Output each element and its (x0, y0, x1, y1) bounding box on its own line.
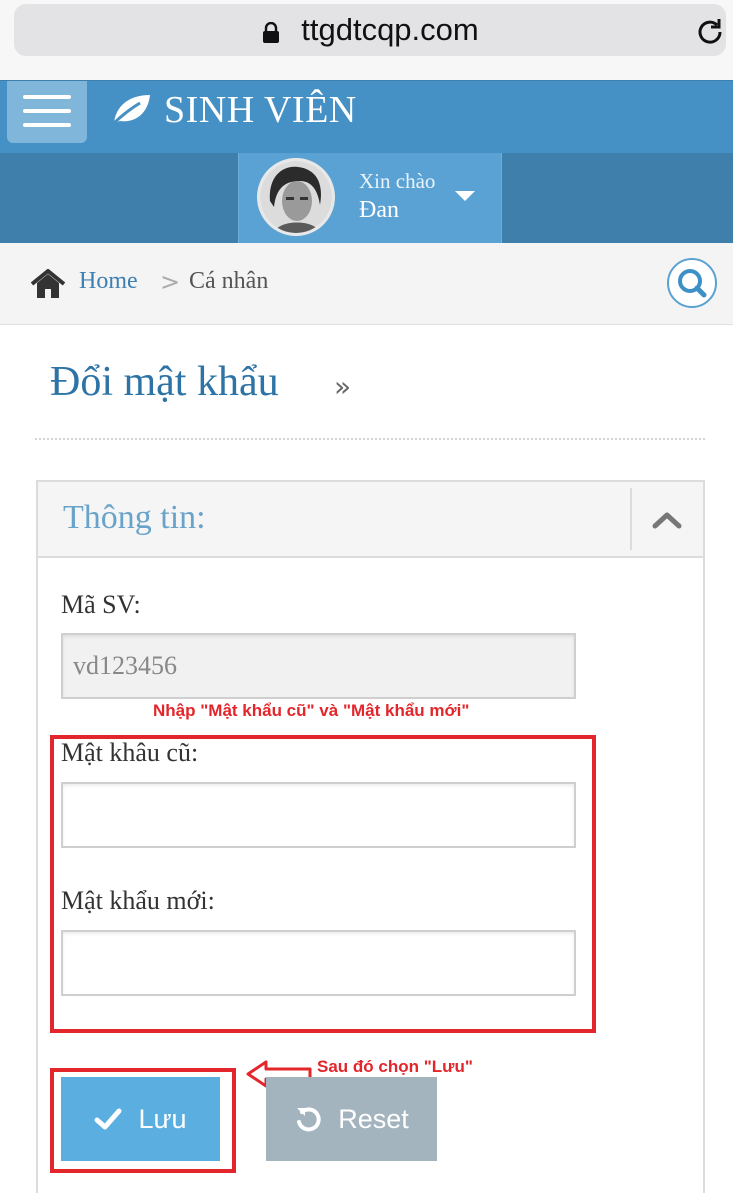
user-name: Đan (359, 197, 399, 223)
panel-title: Thông tin: (63, 499, 206, 536)
title-chevron-icon: » (334, 370, 352, 403)
user-strip: Xin chào Đan (0, 153, 733, 243)
collapse-button[interactable] (638, 494, 696, 546)
greeting-text: Xin chào (359, 169, 436, 193)
reset-button-label: Reset (338, 1103, 409, 1134)
annotation-enter-passwords: Nhập "Mật khẩu cũ" và "Mật khẩu mới" (153, 701, 470, 720)
brand-title: SINH VIÊN (164, 89, 357, 131)
browser-toolbar: ttgdtcqp.com (0, 0, 733, 80)
new-password-label: Mật khẩu mới: (61, 886, 215, 915)
user-menu[interactable]: Xin chào Đan (238, 153, 502, 243)
old-password-field[interactable] (61, 782, 576, 848)
hamburger-line (23, 95, 71, 99)
annotation-then-save: Sau đó chọn "Lưu" (317, 1057, 473, 1076)
home-icon[interactable] (30, 269, 66, 299)
save-button[interactable]: Lưu (61, 1077, 220, 1161)
reset-button[interactable]: Reset (266, 1077, 437, 1161)
breadcrumb-separator: > (160, 268, 181, 296)
check-icon (94, 1108, 122, 1130)
chevron-up-icon (652, 512, 682, 529)
save-button-label: Lưu (138, 1103, 187, 1134)
panel-header: Thông tin: (38, 482, 703, 558)
caret-down-icon[interactable] (455, 191, 475, 201)
breadcrumb: Home > Cá nhân (0, 243, 733, 325)
url-text: ttgdtcqp.com (301, 12, 479, 47)
hamburger-line (23, 123, 71, 127)
menu-button[interactable] (7, 81, 87, 143)
avatar (257, 158, 335, 236)
hamburger-line (23, 109, 71, 113)
leaf-icon (110, 95, 150, 127)
site-header: SINH VIÊN (0, 80, 733, 153)
student-id-label: Mã SV: (61, 590, 141, 619)
panel-header-divider (630, 488, 632, 550)
breadcrumb-current: Cá nhân (189, 268, 269, 294)
page-title: Đổi mật khẩu (50, 359, 279, 405)
student-id-field[interactable] (61, 633, 576, 699)
old-password-label: Mật khâu cũ: (61, 738, 199, 767)
breadcrumb-home-link[interactable]: Home (79, 268, 138, 295)
search-button[interactable] (667, 258, 717, 308)
address-bar[interactable]: ttgdtcqp.com (14, 4, 726, 56)
reload-icon[interactable] (694, 16, 726, 48)
brand[interactable]: SINH VIÊN (110, 85, 357, 135)
undo-icon (297, 1107, 321, 1132)
search-icon (678, 269, 707, 298)
avatar-image (260, 161, 332, 233)
title-divider (35, 438, 705, 440)
new-password-field[interactable] (61, 930, 576, 996)
